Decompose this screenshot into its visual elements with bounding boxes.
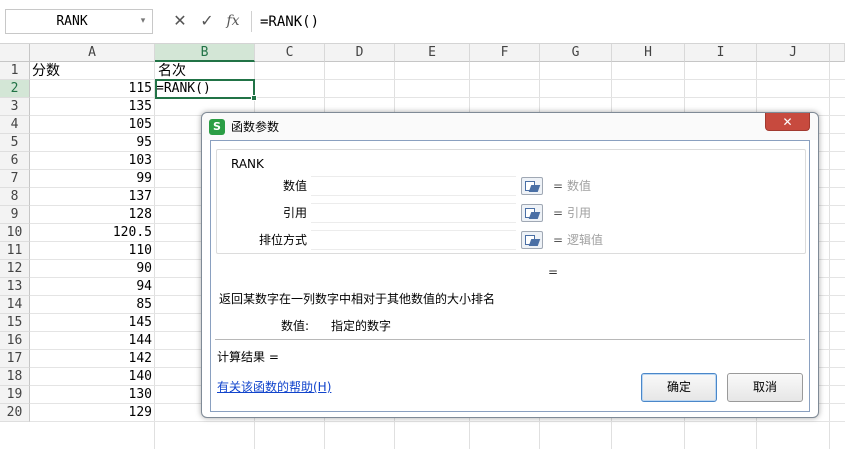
row-header[interactable]: 5: [0, 134, 30, 152]
function-description: 返回某数字在一列数字中相对于其他数值的大小排名: [219, 292, 496, 306]
row-header[interactable]: 7: [0, 170, 30, 188]
column-header-c[interactable]: C: [255, 44, 325, 62]
row-header[interactable]: 14: [0, 296, 30, 314]
cell-a10[interactable]: 120.5: [30, 224, 155, 242]
arg-label-ref: 引用: [282, 206, 307, 220]
cell-a18[interactable]: 140: [30, 368, 155, 386]
column-header-j[interactable]: J: [757, 44, 830, 62]
cell-a6[interactable]: 103: [30, 152, 155, 170]
divider: [215, 339, 805, 340]
column-header-d[interactable]: D: [325, 44, 395, 62]
column-header-g[interactable]: G: [540, 44, 612, 62]
column-header-f[interactable]: F: [470, 44, 540, 62]
cell-a9[interactable]: 128: [30, 206, 155, 224]
cell-a8[interactable]: 137: [30, 188, 155, 206]
function-arguments-dialog: S 函数参数 ✕ RANK 数值 = 数值 引用 = 引用 排位方式 = 逻辑值…: [201, 112, 819, 418]
dialog-body: RANK 数值 = 数值 引用 = 引用 排位方式 = 逻辑值 = 返回某数字在…: [210, 140, 810, 412]
cell-a13[interactable]: 94: [30, 278, 155, 296]
row-header[interactable]: 4: [0, 116, 30, 134]
formula-result-equals: =: [548, 265, 559, 279]
range-picker-icon[interactable]: [521, 204, 543, 222]
column-header-b[interactable]: B: [155, 44, 255, 62]
arg-label-number: 数值: [282, 179, 307, 193]
cell-a14[interactable]: 85: [30, 296, 155, 314]
name-box-value: RANK: [56, 14, 88, 29]
row-header[interactable]: 16: [0, 332, 30, 350]
row-header[interactable]: 18: [0, 368, 30, 386]
param-description: 指定的数字: [331, 319, 392, 333]
active-cell-border: [155, 79, 255, 99]
cell-a1[interactable]: 分数: [30, 62, 155, 80]
formula-bar: RANK ▾ ✕ ✓ fx =RANK(): [0, 0, 845, 44]
close-icon[interactable]: ✕: [170, 10, 190, 32]
column-header-i[interactable]: I: [685, 44, 757, 62]
cancel-button[interactable]: 取消: [727, 373, 803, 402]
column-header-e[interactable]: E: [395, 44, 470, 62]
help-link[interactable]: 有关该函数的帮助(H): [217, 379, 331, 395]
cell-b1[interactable]: 名次: [156, 62, 256, 80]
row-header[interactable]: 11: [0, 242, 30, 260]
cell-a11[interactable]: 110: [30, 242, 155, 260]
arg-input-number[interactable]: [311, 176, 516, 196]
calc-result: 计算结果 =: [217, 350, 279, 364]
cell-a7[interactable]: 99: [30, 170, 155, 188]
cell-a17[interactable]: 142: [30, 350, 155, 368]
range-picker-icon[interactable]: [521, 231, 543, 249]
cell-a2[interactable]: 115: [30, 80, 155, 98]
row-header[interactable]: 8: [0, 188, 30, 206]
chevron-down-icon[interactable]: ▾: [137, 10, 149, 33]
arg-hint-order: 逻辑值: [567, 233, 604, 247]
row-header[interactable]: 9: [0, 206, 30, 224]
cell-a5[interactable]: 95: [30, 134, 155, 152]
select-all-corner[interactable]: [0, 44, 30, 62]
function-name: RANK: [231, 157, 264, 171]
cell-a20[interactable]: 129: [30, 404, 155, 422]
cell-a19[interactable]: 130: [30, 386, 155, 404]
row-header[interactable]: 12: [0, 260, 30, 278]
grid-line: [829, 62, 830, 449]
arg-equals: =: [553, 179, 564, 193]
formula-input[interactable]: =RANK(): [260, 11, 319, 33]
row-header[interactable]: 13: [0, 278, 30, 296]
dialog-titlebar[interactable]: S 函数参数 ✕: [202, 113, 818, 140]
row-header[interactable]: 2: [0, 80, 30, 98]
wps-logo-icon: S: [209, 119, 225, 135]
name-box[interactable]: RANK ▾: [5, 9, 153, 34]
arg-equals: =: [553, 206, 564, 220]
cell-a4[interactable]: 105: [30, 116, 155, 134]
arg-input-order[interactable]: [311, 230, 516, 250]
dialog-title: 函数参数: [231, 120, 280, 134]
range-picker-icon[interactable]: [521, 177, 543, 195]
fx-icon[interactable]: fx: [223, 10, 243, 32]
row-header[interactable]: 3: [0, 98, 30, 116]
arg-hint-ref: 引用: [567, 206, 592, 220]
column-header-a[interactable]: A: [30, 44, 155, 62]
row-header[interactable]: 1: [0, 62, 30, 80]
row-header[interactable]: 6: [0, 152, 30, 170]
cell-a12[interactable]: 90: [30, 260, 155, 278]
column-header-h[interactable]: H: [612, 44, 685, 62]
param-name: 数值:: [281, 319, 310, 333]
formula-bar-divider: [251, 11, 252, 32]
arg-label-order: 排位方式: [258, 233, 307, 247]
row-header[interactable]: 19: [0, 386, 30, 404]
arg-equals: =: [553, 233, 564, 247]
row-header[interactable]: 15: [0, 314, 30, 332]
cell-a15[interactable]: 145: [30, 314, 155, 332]
fill-handle[interactable]: [251, 95, 257, 101]
column-header-partial[interactable]: [830, 44, 845, 62]
ok-button[interactable]: 确定: [641, 373, 717, 402]
row-header[interactable]: 20: [0, 404, 30, 422]
check-icon[interactable]: ✓: [197, 10, 217, 32]
row-header[interactable]: 10: [0, 224, 30, 242]
arg-hint-number: 数值: [567, 179, 592, 193]
cell-a16[interactable]: 144: [30, 332, 155, 350]
close-button[interactable]: ✕: [765, 113, 810, 131]
row-header[interactable]: 17: [0, 350, 30, 368]
cell-a3[interactable]: 135: [30, 98, 155, 116]
arg-input-ref[interactable]: [311, 203, 516, 223]
